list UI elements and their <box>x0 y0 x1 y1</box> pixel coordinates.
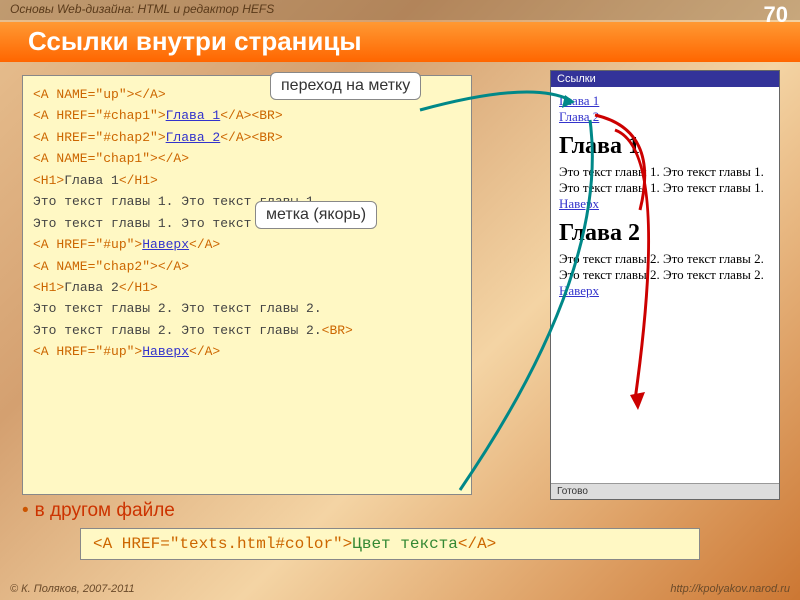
preview-statusbar: Готово <box>551 483 779 499</box>
bullet-icon: • <box>22 500 29 521</box>
preview-h1-ch1: Глава 1 <box>559 133 771 160</box>
preview-titlebar: Ссылки <box>551 71 779 87</box>
callout-goto: переход на метку <box>270 72 421 100</box>
callout-anchor: метка (якорь) <box>255 201 377 229</box>
slide-title: Ссылки внутри страницы <box>0 22 800 62</box>
preview-h1-ch2: Глава 2 <box>559 220 771 247</box>
footer: © К. Поляков, 2007-2011 http://kpolyakov… <box>0 582 800 600</box>
preview-text-ch1: Это текст главы 1. Это текст главы 1. Эт… <box>559 164 771 196</box>
preview-link-ch2[interactable]: Глава 2 <box>559 109 599 124</box>
code-block-otherfile: <A HREF="texts.html#color">Цвет текста</… <box>80 528 700 560</box>
preview-link-ch1[interactable]: Глава 1 <box>559 93 599 108</box>
code-block-main: <A NAME="up"></A> <A HREF="#chap1">Глава… <box>22 75 472 495</box>
browser-preview: Ссылки Глава 1 Глава 2 Глава 1 Это текст… <box>550 70 780 500</box>
slide: Основы Web-дизайна: HTML и редактор HEFS… <box>0 0 800 600</box>
bullet-other-file: •в другом файле <box>22 500 175 522</box>
preview-navup-2[interactable]: Наверх <box>559 283 599 298</box>
preview-text-ch2: Это текст главы 2. Это текст главы 2. Эт… <box>559 251 771 283</box>
preview-body: Глава 1 Глава 2 Глава 1 Это текст главы … <box>551 87 779 305</box>
header-left: Основы Web-дизайна: HTML и редактор HEFS <box>10 2 274 18</box>
header-bar: Основы Web-дизайна: HTML и редактор HEFS <box>0 0 800 20</box>
footer-copyright: © К. Поляков, 2007-2011 <box>10 583 135 599</box>
footer-url: http://kpolyakov.narod.ru <box>670 583 790 599</box>
preview-navup-1[interactable]: Наверх <box>559 196 599 211</box>
